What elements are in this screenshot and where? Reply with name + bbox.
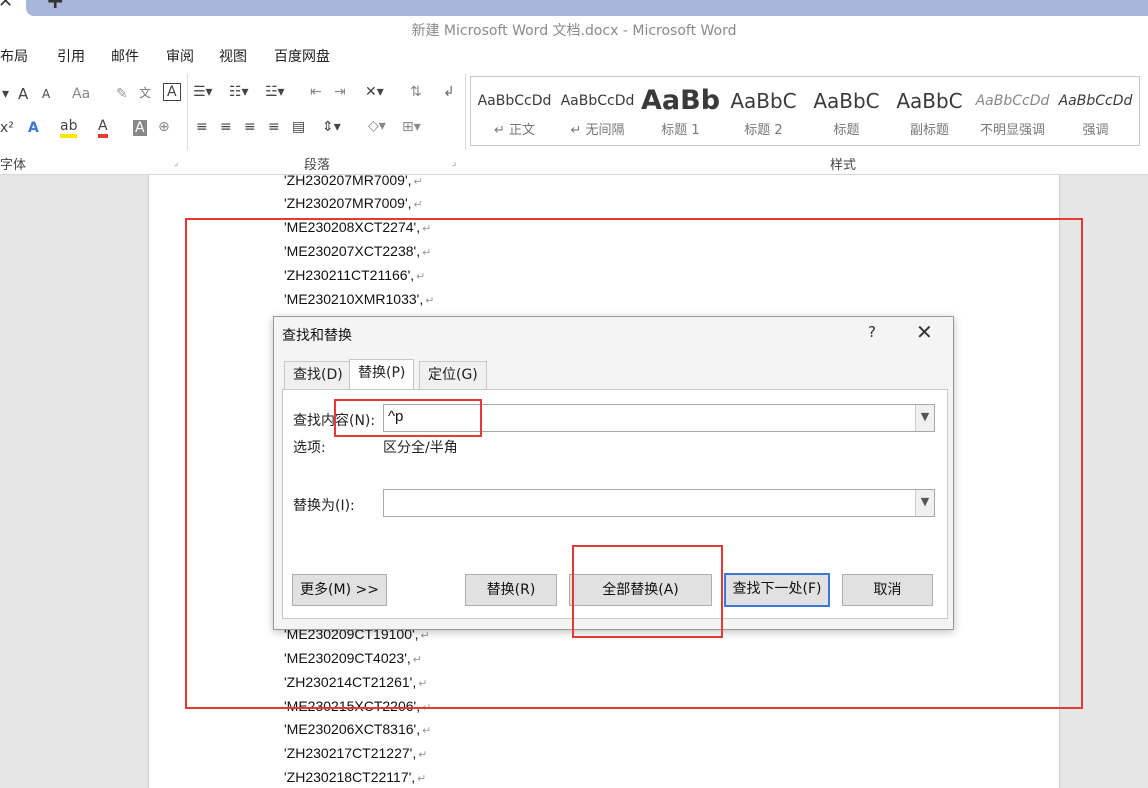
borders-icon[interactable]: ⊞▾ <box>402 119 421 135</box>
group-divider <box>187 74 188 150</box>
document-line: 'ZH230217CT21227', ↵ <box>284 745 428 761</box>
tab-references[interactable]: 引用 <box>57 46 85 66</box>
change-case-icon[interactable]: Aa <box>72 86 90 102</box>
tab-baidu-netdisk[interactable]: 百度网盘 <box>274 46 330 66</box>
new-tab-icon[interactable]: + <box>46 0 64 14</box>
styles-gallery: AaBbCcDd ↵ 正文 AaBbCcDd ↵ 无间隔 AaBb 标题 1 A… <box>470 76 1140 146</box>
text-effects-icon[interactable]: A <box>28 120 39 136</box>
numbering-icon[interactable]: ☷▾ <box>229 84 249 100</box>
tab-review[interactable]: 审阅 <box>166 46 194 66</box>
align-right-icon[interactable]: ≡ <box>244 119 256 135</box>
styles-group-label: 样式 <box>830 158 857 173</box>
align-center-icon[interactable]: ≡ <box>220 119 232 135</box>
font-group-label: 字体 <box>0 158 27 173</box>
font-color-icon[interactable]: A <box>98 118 108 138</box>
document-line: 'ZH230218CT22117', ↵ <box>284 769 427 785</box>
font-dialog-launcher-icon[interactable]: ⌟ <box>174 158 178 168</box>
style-title[interactable]: AaBbC 标题 <box>807 83 886 145</box>
style-subtle-emphasis[interactable]: AaBbCcDd 不明显强调 <box>973 83 1052 145</box>
chinese-layout-icon[interactable]: ✕▾ <box>365 84 384 100</box>
shading-icon[interactable]: ◇▾ <box>368 118 386 134</box>
tab-layout[interactable]: 布局 <box>0 46 28 66</box>
title-bar: 新建 Microsoft Word 文档.docx - Microsoft Wo… <box>0 16 1148 42</box>
dropdown-arrow-icon[interactable]: ▾ <box>2 86 9 102</box>
line-spacing-icon[interactable]: ⇕▾ <box>322 119 341 135</box>
phonetic-guide-icon[interactable]: 文 <box>139 84 151 101</box>
character-shading-icon[interactable]: A <box>133 120 147 136</box>
align-left-icon[interactable]: ≡ <box>196 119 208 135</box>
tab-view[interactable]: 视图 <box>219 46 247 66</box>
grow-font-icon[interactable]: A <box>18 85 28 103</box>
shrink-font-icon[interactable]: A <box>42 87 50 101</box>
sort-icon[interactable]: ⇅ <box>410 84 422 100</box>
character-border-icon[interactable]: A <box>163 83 181 101</box>
distributed-icon[interactable]: ▤ <box>292 119 305 135</box>
annotation-box-replace-all <box>572 545 723 638</box>
style-heading-2[interactable]: AaBbC 标题 2 <box>724 83 803 145</box>
multilevel-list-icon[interactable]: ☳▾ <box>265 84 285 100</box>
bullets-icon[interactable]: ☰▾ <box>193 84 213 100</box>
clear-format-icon[interactable]: ✎ <box>116 86 128 102</box>
style-normal[interactable]: AaBbCcDd ↵ 正文 <box>475 83 554 145</box>
document-line: 'ZH230207MR7009', ↵ <box>284 172 423 188</box>
close-tab-icon[interactable]: ✕ <box>0 0 13 12</box>
paragraph-dialog-launcher-icon[interactable]: ⌟ <box>452 158 456 168</box>
style-heading-1[interactable]: AaBb 标题 1 <box>641 83 720 145</box>
style-emphasis[interactable]: AaBbCcDd 强调 <box>1056 83 1135 145</box>
style-no-spacing[interactable]: AaBbCcDd ↵ 无间隔 <box>558 83 637 145</box>
document-line: 'ME230206XCT8316', ↵ <box>284 721 432 737</box>
highlight-icon[interactable]: ab <box>60 118 78 138</box>
decrease-indent-icon[interactable]: ⇤ <box>310 84 322 100</box>
tab-mailings[interactable]: 邮件 <box>111 46 139 66</box>
style-subtitle[interactable]: AaBbC 副标题 <box>890 83 969 145</box>
increase-indent-icon[interactable]: ⇥ <box>334 84 346 100</box>
show-marks-icon[interactable]: ↲ <box>443 84 455 100</box>
justify-icon[interactable]: ≡ <box>268 119 280 135</box>
enclose-characters-icon[interactable]: ⊕ <box>158 119 170 135</box>
annotation-box-find-field <box>334 399 482 437</box>
superscript-icon[interactable]: x² <box>0 120 14 136</box>
browser-tab-strip: ✕ + <box>0 0 1148 16</box>
document-line: 'ZH230207MR7009', ↵ <box>284 195 423 211</box>
group-divider <box>465 74 466 150</box>
ribbon: ▾ A A Aa ✎ 文 A x² A ab A A ⊕ ☰▾ ☷▾ ☳▾ ⇤ … <box>0 68 1148 175</box>
window-title: 新建 Microsoft Word 文档.docx - Microsoft Wo… <box>411 23 737 39</box>
tab-bar-background <box>26 0 1148 16</box>
ribbon-tabs: 布局 引用 邮件 审阅 视图 百度网盘 <box>0 42 1148 68</box>
paragraph-group-label: 段落 <box>304 158 331 173</box>
